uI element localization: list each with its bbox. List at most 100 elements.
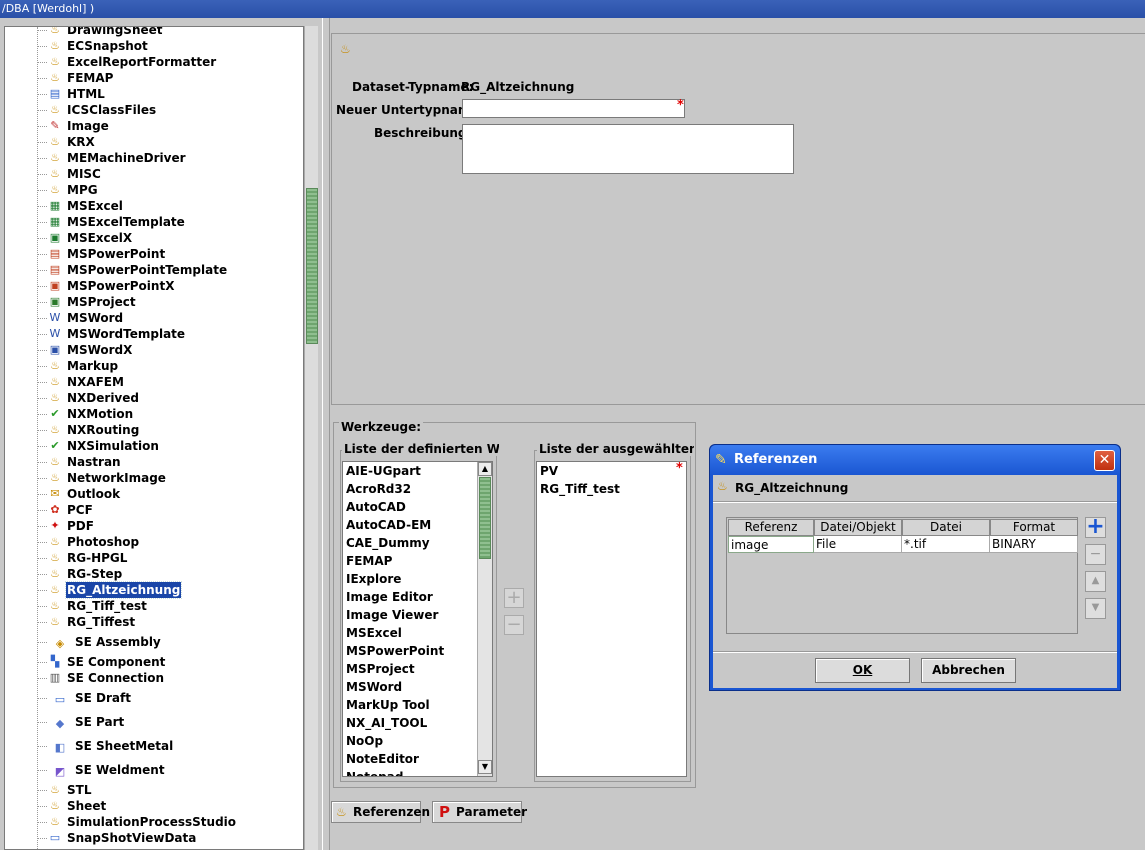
excelx-icon: ▣ (49, 231, 61, 244)
gear-icon: ♨ (50, 567, 60, 580)
tree-item-label: MSWordTemplate (67, 327, 186, 341)
tree-connector (37, 366, 47, 367)
defined-tool-item[interactable]: AcroRd32 (343, 480, 492, 498)
defined-tool-item[interactable]: MSProject (343, 660, 492, 678)
defined-tool-item[interactable]: AutoCAD (343, 498, 492, 516)
tree-connector (37, 142, 47, 143)
dialog-separator (713, 501, 1117, 503)
dialog-subtitle: RG_Altzeichnung (735, 481, 849, 495)
add-reference-button[interactable]: + (1085, 516, 1106, 538)
tree-connector (37, 510, 47, 511)
gear-icon: ♨ (50, 471, 60, 484)
references-table[interactable]: Referenz Datei/Objekt Datei Format image… (726, 517, 1078, 634)
defined-tool-item[interactable]: AIE-UGpart (343, 462, 492, 480)
defined-tool-item[interactable]: NX_AI_TOOL (343, 714, 492, 732)
references-button[interactable]: ♨ Referenzen (331, 801, 430, 823)
tree-item-label: Outlook (67, 487, 121, 501)
left-panel: ♨ DrawingSheet ♨ ECSnapshot ♨ ExcelReportForm… (0, 18, 322, 850)
defined-tool-item[interactable]: AutoCAD-EM (343, 516, 492, 534)
tree-item-label: NetworkImage (67, 471, 166, 485)
tree-connector (37, 590, 47, 591)
snapshot-icon: ▭ (49, 831, 61, 844)
defined-tools-list[interactable]: AIE-UGpart AcroRd32 AutoCAD AutoCAD-EM CAE_D… (342, 461, 493, 777)
move-up-button[interactable]: ▲ (1085, 571, 1106, 592)
tree-connector (37, 622, 47, 623)
defined-tool-item[interactable]: MarkUp Tool (343, 696, 492, 714)
tree-item-label: RG_Altzeichnung (64, 581, 183, 599)
table-cell[interactable]: image (728, 536, 814, 553)
defined-tool-item[interactable]: CAE_Dummy (343, 534, 492, 552)
tree-connector (37, 302, 47, 303)
defined-tool-item[interactable]: IExplore (343, 570, 492, 588)
tree-scrollbar-thumb[interactable] (306, 188, 318, 344)
tree-connector (37, 398, 47, 399)
defined-tool-item[interactable]: FEMAP (343, 552, 492, 570)
defined-tool-item[interactable]: Image Editor (343, 588, 492, 606)
ok-button[interactable]: OK (815, 658, 910, 683)
dataset-type-tree[interactable]: ♨ DrawingSheet ♨ ECSnapshot ♨ ExcelReportForm… (4, 26, 304, 850)
html-doc-icon: ▤ (49, 87, 61, 100)
tree-connector (37, 46, 47, 47)
gear-icon: ♨ (50, 783, 60, 796)
tree-connector (37, 318, 47, 319)
selected-tool-item[interactable]: RG_Tiff_test (537, 480, 686, 498)
tree-connector (37, 542, 47, 543)
scroll-down-arrow-icon[interactable]: ▼ (478, 760, 492, 774)
tree-connector (37, 790, 47, 791)
gear-icon: ♨ (50, 551, 60, 564)
parameters-button[interactable]: P Parameter (432, 801, 527, 823)
se-connection-icon: ▥ (49, 671, 61, 684)
defined-tool-item[interactable]: MSExcel (343, 624, 492, 642)
column-header[interactable]: Format (990, 519, 1078, 536)
column-header[interactable]: Datei (902, 519, 990, 536)
dialog-title-bar[interactable]: ✎ Referenzen ✕ (710, 445, 1120, 475)
remove-reference-button[interactable]: − (1085, 544, 1106, 565)
add-tool-button[interactable]: + (504, 588, 524, 608)
cancel-button[interactable]: Abbrechen (921, 658, 1016, 683)
tree-item-label: MPG (67, 183, 98, 197)
tree-connector (37, 206, 47, 207)
pcf-icon: ✿ (50, 503, 60, 516)
tree-connector (37, 334, 47, 335)
defined-tools-scrollbar[interactable]: ▲ ▼ (477, 462, 492, 776)
tree-vertical-scrollbar[interactable] (304, 26, 318, 850)
table-cell[interactable]: *.tif (902, 536, 990, 553)
table-cell[interactable]: BINARY (990, 536, 1078, 553)
remove-tool-button[interactable]: − (504, 615, 524, 635)
tree-connector (37, 110, 47, 111)
defined-tool-item[interactable]: NoOp (343, 732, 492, 750)
column-header[interactable]: Referenz (728, 519, 814, 536)
tree-connector (37, 94, 47, 95)
close-icon[interactable]: ✕ (1094, 450, 1115, 471)
column-header[interactable]: Datei/Objekt (814, 519, 902, 536)
gear-icon: ♨ (50, 167, 60, 180)
selected-tools-list[interactable]: PV RG_Tiff_test (536, 461, 687, 777)
defined-tool-item[interactable]: Image Viewer (343, 606, 492, 624)
selected-tool-item[interactable]: PV (537, 462, 686, 480)
references-icon: ♨ (336, 805, 347, 819)
defined-tool-item[interactable]: NoteEditor (343, 750, 492, 768)
gear-icon: ♨ (50, 375, 60, 388)
move-down-button[interactable]: ▼ (1085, 598, 1106, 619)
table-cell[interactable]: File (814, 536, 902, 553)
gear-icon: ♨ (50, 55, 60, 68)
tree-connector (37, 746, 47, 747)
powerpointx-icon: ▣ (49, 279, 61, 292)
tree-item-label: SE Part (75, 715, 125, 729)
new-subtype-input[interactable] (462, 99, 685, 118)
defined-tool-item[interactable]: Notepad (343, 768, 492, 776)
defined-tools-scroll-thumb[interactable] (479, 477, 491, 559)
window-title: /DBA [Werdohl] ) (2, 2, 95, 15)
tree-item-label: DrawingSheet (67, 26, 163, 37)
scroll-up-arrow-icon[interactable]: ▲ (478, 462, 492, 476)
defined-tool-item[interactable]: MSPowerPoint (343, 642, 492, 660)
window-title-bar: /DBA [Werdohl] ) (0, 0, 1145, 18)
panel-splitter[interactable] (322, 18, 330, 850)
gear-icon: ♨ (50, 39, 60, 52)
tree-item-label: SE Assembly (75, 635, 161, 649)
tree-item-label: NXAFEM (67, 375, 124, 389)
dataset-icon: ♨ (717, 479, 728, 493)
tree-connector (37, 238, 47, 239)
defined-tool-item[interactable]: MSWord (343, 678, 492, 696)
description-textarea[interactable] (462, 124, 794, 174)
